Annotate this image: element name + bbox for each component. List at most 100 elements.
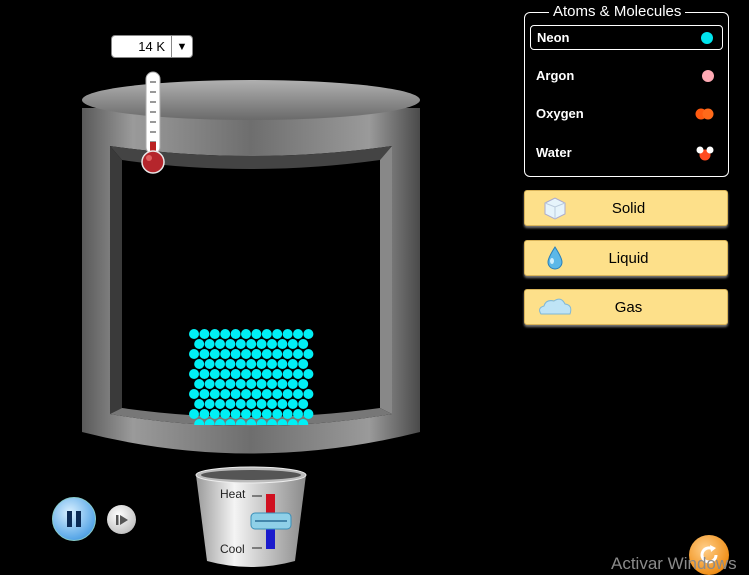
heat-cool-slider[interactable] xyxy=(248,492,294,550)
neon-particle xyxy=(303,329,314,339)
step-forward-button[interactable] xyxy=(107,505,136,534)
neon-particle xyxy=(282,329,293,339)
neon-particle xyxy=(235,339,246,349)
atom-option-label: Argon xyxy=(536,68,575,83)
neon-particle xyxy=(189,409,199,419)
neon-particle xyxy=(215,339,225,349)
neon-particle xyxy=(189,329,199,339)
neon-particle xyxy=(246,359,257,369)
neon-particle xyxy=(204,359,215,369)
neon-particle xyxy=(246,419,257,425)
neon-particle xyxy=(194,339,205,349)
neon-particle xyxy=(246,379,257,389)
neon-particle xyxy=(241,389,251,399)
neon-particle xyxy=(220,389,231,399)
neon-particle xyxy=(293,409,303,419)
neon-particle xyxy=(204,419,215,425)
neon-particle xyxy=(272,389,283,399)
neon-particle xyxy=(261,349,272,359)
neon-particle xyxy=(293,369,303,379)
neon-particle xyxy=(282,369,293,379)
liquid-button[interactable]: Liquid xyxy=(524,240,728,276)
neon-particle xyxy=(267,359,277,369)
neon-particle xyxy=(235,359,246,369)
neon-particle xyxy=(241,409,251,419)
atom-option-neon[interactable]: Neon xyxy=(530,25,723,50)
atom-option-label: Oxygen xyxy=(536,106,584,121)
neon-particle xyxy=(298,399,309,409)
neon-particle xyxy=(209,349,220,359)
neon-particle xyxy=(235,379,246,389)
neon-particle xyxy=(220,329,231,339)
neon-particle xyxy=(298,339,309,349)
neon-particle xyxy=(272,329,283,339)
neon-particle xyxy=(251,329,262,339)
neon-particle xyxy=(246,339,257,349)
neon-particle xyxy=(194,379,205,389)
neon-particle xyxy=(298,359,309,369)
ice-cube-icon xyxy=(544,197,566,220)
atom-option-argon[interactable]: Argon xyxy=(530,63,723,88)
neon-particle xyxy=(194,419,205,425)
neon-particle xyxy=(293,389,303,399)
neon-particle xyxy=(282,349,293,359)
atom-option-oxygen[interactable]: Oxygen xyxy=(530,101,723,126)
neon-particle xyxy=(225,379,236,389)
argon-atom-icon xyxy=(702,69,714,82)
neon-particle xyxy=(194,399,205,409)
cool-label: Cool xyxy=(220,542,245,556)
gas-button[interactable]: Gas xyxy=(524,289,728,325)
neon-particle xyxy=(282,389,293,399)
neon-particle xyxy=(303,409,314,419)
neon-particle xyxy=(267,379,277,389)
neon-particle xyxy=(287,359,298,369)
neon-particle xyxy=(282,409,293,419)
neon-particle xyxy=(256,419,267,425)
neon-particle xyxy=(189,349,199,359)
neon-particle xyxy=(235,399,246,409)
solid-button[interactable]: Solid xyxy=(524,190,728,226)
dropdown-arrow-icon[interactable]: ▼ xyxy=(171,36,192,57)
neon-particle xyxy=(272,349,283,359)
neon-particle xyxy=(256,379,267,389)
neon-particle xyxy=(209,409,220,419)
neon-particle xyxy=(230,369,241,379)
neon-particle xyxy=(220,409,231,419)
os-activation-watermark: Activar Windows xyxy=(611,554,737,573)
neon-particle xyxy=(256,339,267,349)
neon-particle xyxy=(251,369,262,379)
neon-particle xyxy=(225,419,236,425)
neon-particle xyxy=(277,419,288,425)
neon-particle xyxy=(251,409,262,419)
neon-particle xyxy=(215,359,225,369)
water-molecule-icon xyxy=(696,146,714,160)
neon-particle xyxy=(220,349,231,359)
oxygen-molecule-icon xyxy=(695,108,714,119)
neon-particle xyxy=(251,349,262,359)
neon-particle xyxy=(277,379,288,389)
step-forward-icon xyxy=(115,514,128,525)
water-drop-icon xyxy=(547,246,563,270)
neon-particle xyxy=(293,349,303,359)
neon-particle xyxy=(267,419,277,425)
neon-particle xyxy=(298,419,309,425)
neon-particle xyxy=(303,369,314,379)
neon-particle xyxy=(204,399,215,409)
neon-particle xyxy=(230,409,241,419)
temperature-readout[interactable]: 14 K ▼ xyxy=(111,35,193,58)
atom-option-water[interactable]: Water xyxy=(530,140,723,165)
neon-particle xyxy=(256,399,267,409)
neon-particle xyxy=(199,409,210,419)
pause-button[interactable] xyxy=(52,497,96,541)
neon-particle xyxy=(256,359,267,369)
neon-particle xyxy=(287,419,298,425)
neon-particle xyxy=(204,379,215,389)
neon-particle xyxy=(241,369,251,379)
neon-particle xyxy=(246,399,257,409)
atom-option-label: Water xyxy=(536,145,572,160)
neon-particle xyxy=(199,329,210,339)
pause-icon xyxy=(67,511,81,527)
neon-particle xyxy=(261,369,272,379)
neon-particle-lattice xyxy=(189,329,314,425)
neon-particle xyxy=(277,399,288,409)
